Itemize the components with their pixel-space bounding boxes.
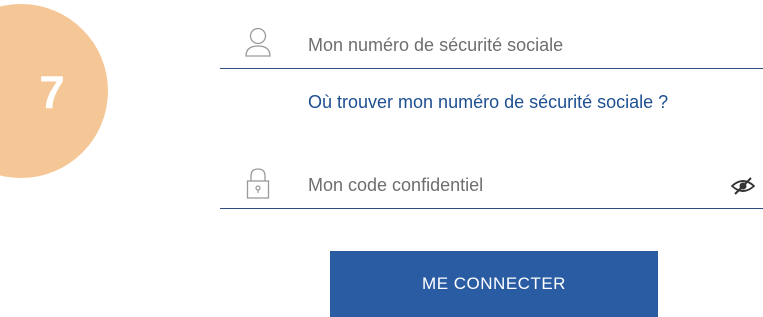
ssn-placeholder: Mon numéro de sécurité sociale <box>308 35 564 55</box>
step-badge: 7 <box>0 4 108 178</box>
code-field[interactable]: Mon code confidentiel <box>220 162 763 209</box>
user-icon <box>244 26 272 60</box>
code-placeholder: Mon code confidentiel <box>308 175 484 195</box>
connect-button[interactable]: ME CONNECTER <box>330 251 658 317</box>
step-number: 7 <box>39 66 65 118</box>
ssn-field[interactable]: Mon numéro de sécurité sociale <box>220 22 763 69</box>
ssn-help-link[interactable]: Où trouver mon numéro de sécurité social… <box>308 92 668 113</box>
login-form: 7 Mon numéro de sécurité sociale Où trou… <box>0 0 763 317</box>
eye-slash-icon[interactable] <box>730 177 756 195</box>
lock-icon <box>244 166 272 200</box>
